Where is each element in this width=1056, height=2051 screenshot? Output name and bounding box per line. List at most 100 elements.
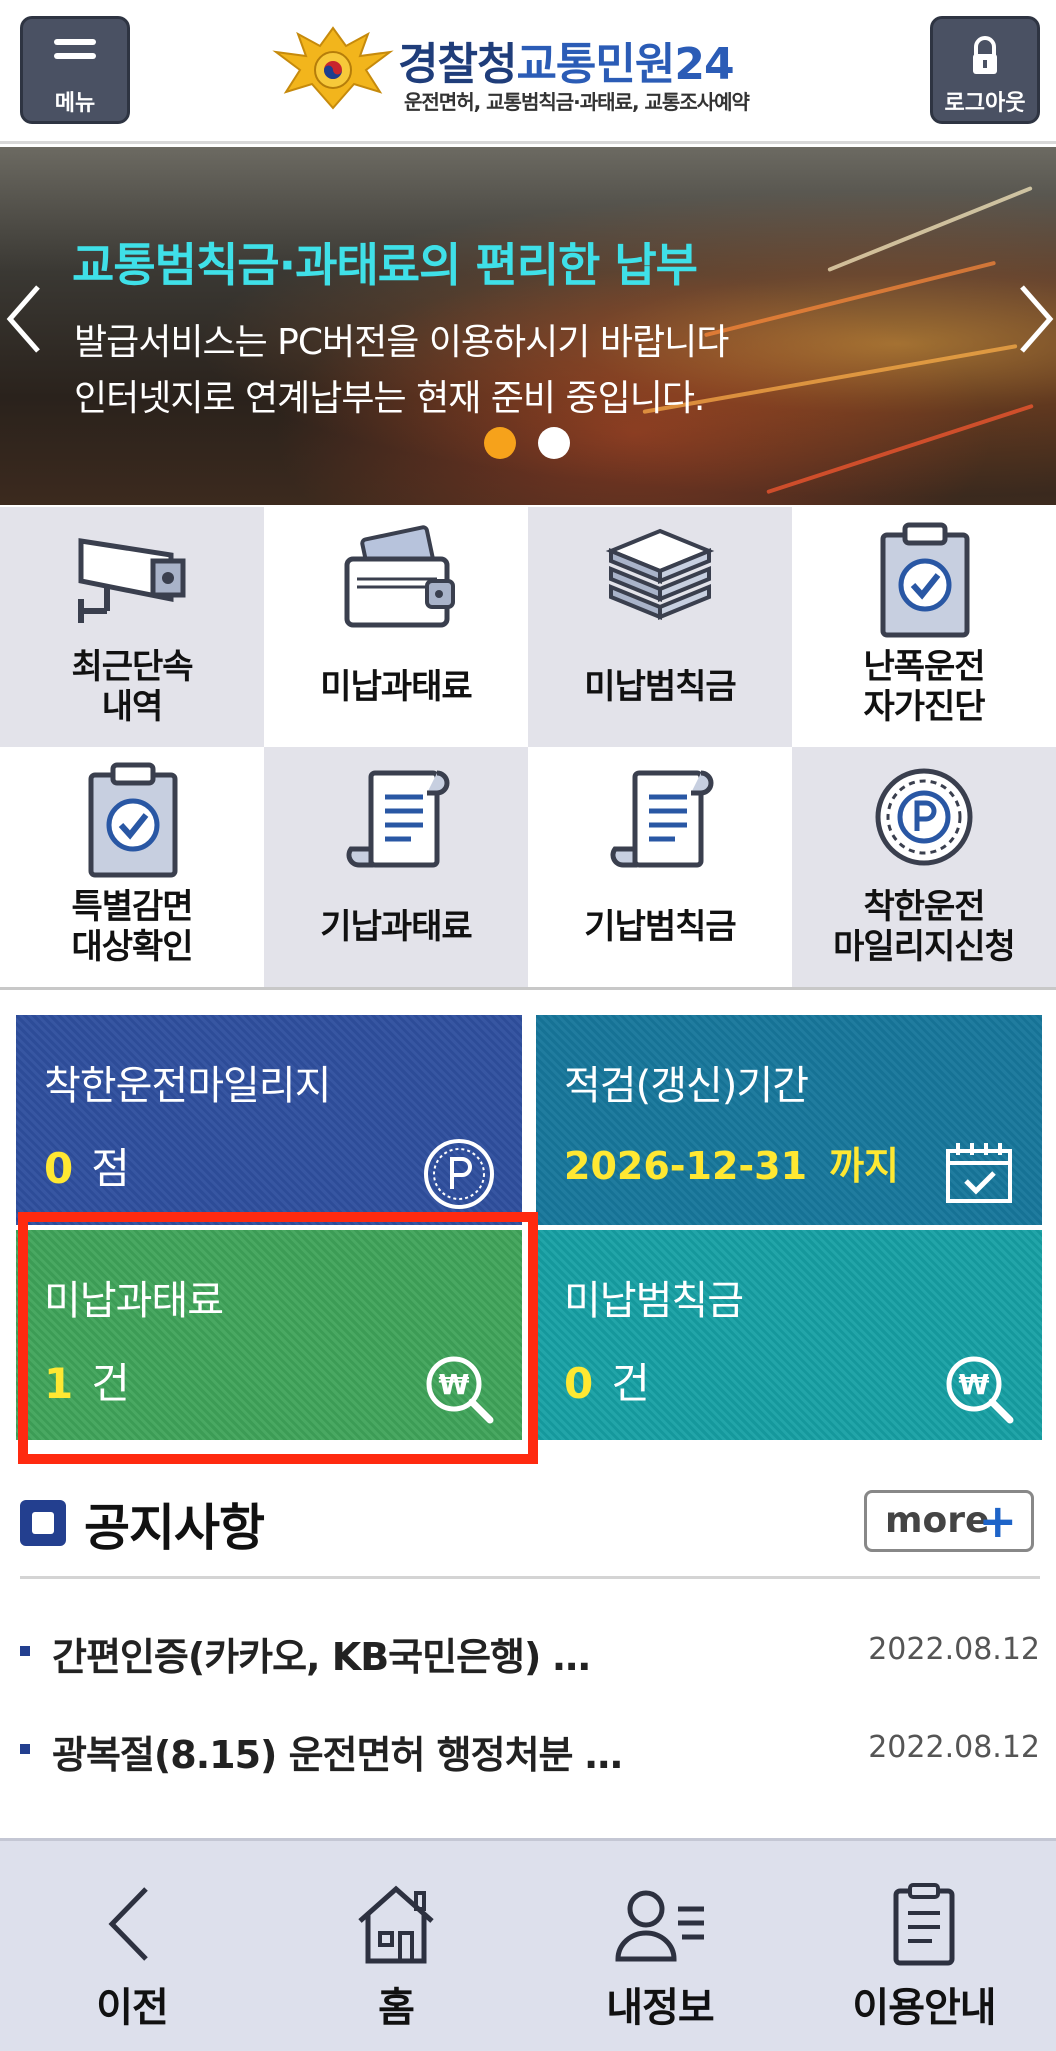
menu-button[interactable]: 메뉴 [20,16,130,124]
banner-text-line2: 인터넷지로 연계납부는 현재 준비 중입니다. [74,378,705,419]
nav-back-label: 이전 [96,1985,169,2031]
mileage-unit: 점 [91,1144,130,1193]
receipt-scroll-icon [610,770,714,868]
menu-paid-penalty[interactable]: 기납범칙금 [528,747,792,987]
menu-paid-fine[interactable]: 기납과태료 [264,747,528,987]
logout-button-label: 로그아웃 [944,91,1026,116]
service-menu-grid: 최근단속 내역 미납과태료 미납범칙금 난폭운전 자가진단 특별감면 대상확인 … [0,507,1056,987]
renewal-date: 2026-12-31 [564,1144,808,1188]
promo-banner[interactable]: 교통범칙금·과태료의 편리한 납부 발급서비스는 PC버전을 이용하시기 바랍니… [0,147,1056,505]
receipt-scroll-icon [346,770,450,868]
menu-label-line1: 특별감면 [71,887,193,927]
menu-unpaid-fine[interactable]: 미납과태료 [264,507,528,747]
brand-logo[interactable]: 경찰청교통민원24 운전면허, 교통범칙금·과태료, 교통조사예약 [268,22,808,122]
unpaid-penalty-count: 0 [564,1359,594,1408]
unpaid-fine-unit: 건 [91,1359,130,1408]
menu-label: 미납범칙금 [584,667,736,707]
notice-header: 공지사항 more + [20,1486,1040,1570]
brand-title-agency: 경찰청 [398,39,517,90]
unpaid-fine-count: 1 [44,1359,74,1408]
banner-next-arrow-icon[interactable] [1016,279,1056,359]
nav-back[interactable]: 이전 [0,1841,264,2051]
svg-text:₩: ₩ [439,1368,470,1401]
clipboard-guide-icon [893,1883,955,1966]
menu-label: 미납과태료 [320,667,472,707]
money-stack-icon [605,528,715,620]
nav-guide-label: 이용안내 [852,1985,996,2031]
menu-label: 난폭운전 자가진단 [792,647,1056,727]
menu-label: 착한운전 마일리지신청 [792,887,1056,967]
menu-button-label: 메뉴 [54,91,96,116]
cctv-camera-icon [78,538,186,623]
banner-dot-active[interactable] [484,427,516,459]
menu-label-line1: 착한운전 [863,887,985,927]
menu-label-line2: 마일리지신청 [833,927,1016,967]
nav-my-info[interactable]: 내정보 [528,1841,792,2051]
notice-more-button[interactable]: more + [864,1490,1034,1552]
menu-reckless-driving-check[interactable]: 난폭운전 자가진단 [792,507,1056,747]
user-list-icon [615,1890,704,1962]
notice-square-icon [20,1500,66,1546]
nav-my-info-label: 내정보 [606,1985,714,2031]
nav-guide[interactable]: 이용안내 [792,1841,1056,2051]
unpaid-penalty-tile[interactable]: 미납범칙금 0건 ₩ [536,1230,1042,1440]
menu-special-reduction[interactable]: 특별감면 대상확인 [0,747,264,987]
banner-title: 교통범칙금·과태료의 편리한 납부 [72,238,698,292]
brand-subtitle: 운전면허, 교통범칙금·과태료, 교통조사예약 [404,90,750,114]
notice-item-date: 2022.08.12 [868,1632,1040,1667]
clipboard-check-icon [880,522,970,638]
bottom-navigation: 이전 홈 내정보 이용안내 [0,1838,1056,2051]
license-renewal-tile[interactable]: 적검(갱신)기간 2026-12-31 까지 [536,1015,1042,1225]
nav-home-label: 홈 [378,1985,415,2031]
menu-good-driving-mileage[interactable]: 착한운전 마일리지신청 [792,747,1056,987]
menu-label: 기납과태료 [320,907,472,947]
banner-dot[interactable] [538,427,570,459]
more-button-label: more [885,1500,990,1541]
hamburger-icon [54,39,96,59]
notice-list-item[interactable]: 간편인증(카카오, KB국민은행) … 2022.08.12 [20,1620,1040,1690]
notice-list-item[interactable]: 광복절(8.15) 운전면허 행정처분 … 2022.08.12 [20,1718,1040,1788]
svg-text:₩: ₩ [959,1368,990,1401]
unpaid-fine-tile-label: 미납과태료 [44,1278,224,1324]
bullet-icon [20,1744,30,1754]
app-header: 메뉴 경찰청교통민원24 운전면허, 교통범칙금·과태료, 교통조사예약 로그아… [0,0,1056,144]
clipboard-check-icon [88,762,178,878]
calendar-check-icon [946,1143,1012,1203]
mileage-tile[interactable]: 착한운전마일리지 0점 [16,1015,522,1225]
nav-home[interactable]: 홈 [264,1841,528,2051]
brand-title: 경찰청교통민원24 [398,28,735,92]
unpaid-penalty-tile-value: 0건 [564,1350,650,1411]
bullet-icon [20,1646,30,1656]
notice-item-title: 광복절(8.15) 운전면허 행정처분 … [52,1733,623,1777]
menu-label: 특별감면 대상확인 [0,887,264,967]
menu-label: 기납범칙금 [584,907,736,947]
menu-label: 최근단속 내역 [0,647,264,727]
unpaid-fine-tile-value: 1건 [44,1350,130,1411]
lock-icon [973,36,997,74]
mileage-tile-value: 0점 [44,1135,130,1196]
menu-unpaid-penalty[interactable]: 미납범칙금 [528,507,792,747]
logout-button[interactable]: 로그아웃 [930,16,1040,124]
home-icon [358,1885,434,1964]
banner-text-line1: 발급서비스는 PC버전을 이용하시기 바랍니다 [74,322,729,363]
plus-icon: + [978,1494,1017,1548]
back-chevron-icon [108,1887,148,1961]
unpaid-fine-tile[interactable]: 미납과태료 1건 ₩ [16,1230,522,1440]
banner-light-streak [766,403,1034,495]
notice-title: 공지사항 [84,1499,265,1557]
renewal-tile-value: 2026-12-31 까지 [564,1135,899,1190]
menu-label-line2: 내역 [101,687,164,727]
divider [20,1576,1040,1579]
banner-prev-arrow-icon[interactable] [4,279,44,359]
won-search-icon: ₩ [426,1356,494,1424]
mileage-point-icon [875,768,973,866]
renewal-tile-label: 적검(갱신)기간 [564,1063,809,1109]
menu-label-line1: 난폭운전 [863,647,985,687]
banner-pagination [484,427,592,463]
point-coin-icon [424,1139,494,1209]
police-emblem-icon [272,26,394,110]
unpaid-penalty-unit: 건 [611,1359,650,1408]
menu-recent-enforcement[interactable]: 최근단속 내역 [0,507,264,747]
banner-light-streak [827,185,1033,273]
wallet-icon [344,525,455,628]
